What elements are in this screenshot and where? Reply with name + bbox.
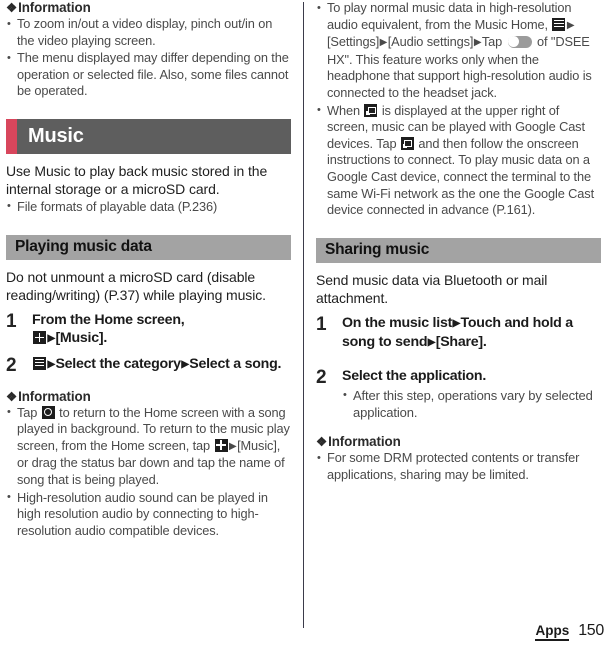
list-item: To play normal music data in high-resolu… xyxy=(316,0,601,102)
diamond-flower-icon: ❖ xyxy=(6,389,18,404)
app-drawer-grid-icon xyxy=(214,438,228,452)
step-number: 1 xyxy=(6,310,17,332)
section-title: Sharing music xyxy=(325,241,430,259)
settings-label: [Settings] xyxy=(327,34,380,50)
section-header-playing-music-data: Playing music data xyxy=(6,234,291,260)
step-text-a: On the music list xyxy=(342,314,453,331)
music-intro-list: File formats of playable data (P.236) xyxy=(6,198,291,216)
manual-page: ❖Information To zoom in/out a video disp… xyxy=(0,0,609,647)
step-text-b: Select a song. xyxy=(189,355,282,372)
google-cast-icon xyxy=(364,104,378,118)
list-item: For some DRM protected contents or trans… xyxy=(316,450,601,483)
arrow-icon: ▶ xyxy=(47,333,56,345)
list-item: After this step, operations vary by sele… xyxy=(342,387,601,421)
chapter-header-music: Music xyxy=(6,118,291,154)
right-top-bullets: To play normal music data in high-resolu… xyxy=(316,0,601,219)
step-number: 2 xyxy=(6,354,17,376)
arrow-icon: ▶ xyxy=(427,337,436,349)
information-heading: ❖ Information xyxy=(6,389,291,404)
step-1: 1 From the Home screen, ▶[Music]. xyxy=(6,311,291,349)
information-heading-label: Information xyxy=(18,0,91,15)
step-sub-list: After this step, operations vary by sele… xyxy=(342,387,601,421)
item-pre: To play normal music data in high-resolu… xyxy=(327,0,572,32)
arrow-icon: ▶ xyxy=(379,37,388,49)
item-pre: Tap xyxy=(17,404,38,420)
information-heading: ❖ Information xyxy=(316,434,601,449)
step-1: 1 On the music list▶Touch and hold a son… xyxy=(316,314,601,353)
information-block-bottom: ❖Information Tap to return to the Home s… xyxy=(6,389,291,540)
step-text-label: Select the application. xyxy=(342,367,487,384)
home-button-icon xyxy=(41,405,55,419)
step-text: ▶Select the category▶Select a song. xyxy=(32,355,291,375)
step-text: From the Home screen, ▶[Music]. xyxy=(32,311,291,349)
playing-music-intro-text: Do not unmount a microSD card (disable r… xyxy=(6,268,266,304)
list-menu-icon xyxy=(552,17,566,31)
list-menu-icon xyxy=(33,356,46,370)
information-list-bottom: Tap to return to the Home screen with a … xyxy=(6,404,291,540)
information-list-top: To zoom in/out a video display, pinch ou… xyxy=(6,15,291,100)
information-heading-label: Information xyxy=(18,388,91,404)
information-list-right: For some DRM protected contents or trans… xyxy=(316,450,601,483)
information-heading: ❖ Information xyxy=(6,0,291,15)
list-item: The menu displayed may differ depending … xyxy=(6,50,291,100)
item-pre: When xyxy=(327,102,360,118)
toggle-switch-off-icon xyxy=(507,35,532,49)
chapter-accent-bar xyxy=(6,118,17,154)
right-column: To play normal music data in high-resolu… xyxy=(316,0,601,484)
footer-chapter-label: Apps xyxy=(535,624,570,641)
left-column: ❖Information To zoom in/out a video disp… xyxy=(6,0,291,540)
google-cast-icon xyxy=(400,137,414,151)
list-item: Tap to return to the Home screen with a … xyxy=(6,404,291,489)
information-block-top: ❖Information To zoom in/out a video disp… xyxy=(6,0,291,100)
arrow-icon: ▶ xyxy=(47,358,56,370)
list-item: File formats of playable data (P.236) xyxy=(6,198,291,216)
page-footer: Apps 150 xyxy=(535,622,604,641)
step-2: 2 Select the application. After this ste… xyxy=(316,367,601,423)
step-2: 2 ▶Select the category▶Select a song. xyxy=(6,355,291,375)
arrow-icon: ▶ xyxy=(181,358,189,370)
section-title: Playing music data xyxy=(15,238,152,256)
list-item: High-resolution audio sound can be playe… xyxy=(6,489,291,540)
step-text: Select the application. After this step,… xyxy=(342,367,601,423)
tap-label: Tap xyxy=(481,34,503,50)
diamond-flower-icon: ❖ xyxy=(6,1,18,15)
step-text-c: [Share]. xyxy=(435,334,487,351)
list-item: To zoom in/out a video display, pinch ou… xyxy=(6,15,291,49)
step-line-1: From the Home screen, xyxy=(32,311,185,328)
information-block-right: ❖Information For some DRM protected cont… xyxy=(316,434,601,483)
diamond-flower-icon: ❖ xyxy=(316,435,328,450)
arrow-icon: ▶ xyxy=(473,37,482,49)
step-text-a: Select the category xyxy=(55,355,181,372)
arrow-icon: ▶ xyxy=(452,317,461,329)
step-number: 2 xyxy=(316,366,327,388)
arrow-icon: ▶ xyxy=(566,19,575,31)
page-number: 150 xyxy=(578,622,604,639)
list-item: When is displayed at the upper right of … xyxy=(316,102,601,219)
arrow-icon: ▶ xyxy=(229,440,237,452)
step-line-2: ▶[Music]. xyxy=(32,329,291,349)
music-intro-text: Use Music to play back music stored in t… xyxy=(6,162,268,198)
app-drawer-grid-icon xyxy=(33,331,46,345)
step-number: 1 xyxy=(316,313,327,335)
chapter-title: Music xyxy=(28,124,84,147)
sharing-music-intro-text: Send music data via Bluetooth or mail at… xyxy=(316,271,548,307)
section-header-sharing-music: Sharing music xyxy=(316,237,601,263)
step-line-2-label: [Music]. xyxy=(55,330,108,347)
step-text: On the music list▶Touch and hold a song … xyxy=(342,314,601,353)
column-divider xyxy=(303,2,304,628)
information-heading-label: Information xyxy=(328,434,401,450)
audio-settings-label: [Audio settings] xyxy=(387,34,474,50)
